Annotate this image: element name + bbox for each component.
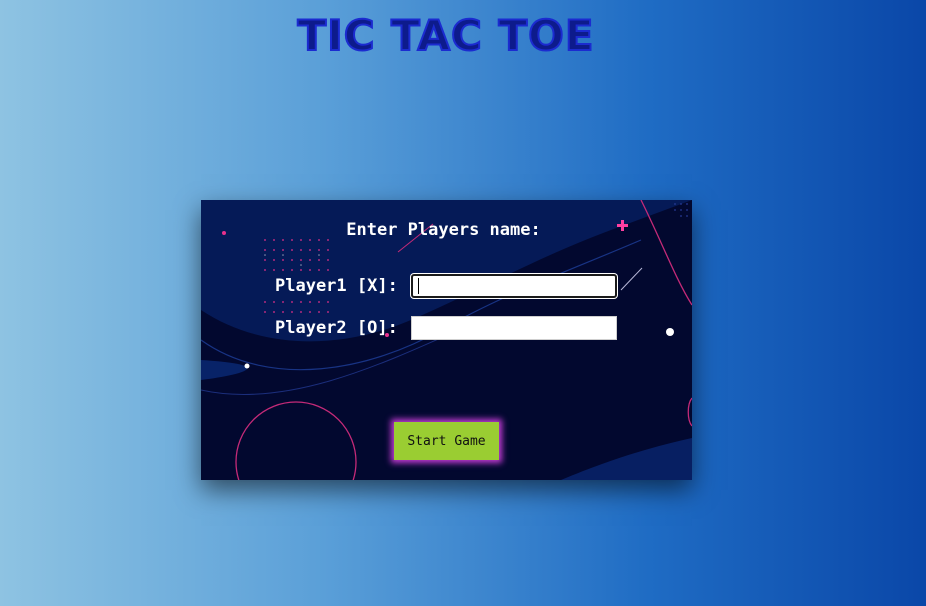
player1-label: Player1 [X]: — [275, 276, 398, 296]
player1-row: Player1 [X]: — [275, 273, 617, 299]
players-name-heading: Enter Players name: — [346, 220, 541, 240]
player2-label: Player2 [O]: — [275, 318, 398, 338]
text-caret — [418, 278, 419, 294]
player-setup-panel: Enter Players name: Player1 [X]: Player2… — [201, 200, 692, 480]
page-title: TIC TAC TOE — [296, 10, 595, 61]
player1-name-input[interactable] — [411, 274, 617, 298]
player2-name-input[interactable] — [411, 316, 617, 340]
player1-input-wrapper — [411, 274, 617, 298]
start-game-button[interactable]: Start Game — [394, 422, 499, 460]
player2-row: Player2 [O]: — [275, 315, 617, 341]
